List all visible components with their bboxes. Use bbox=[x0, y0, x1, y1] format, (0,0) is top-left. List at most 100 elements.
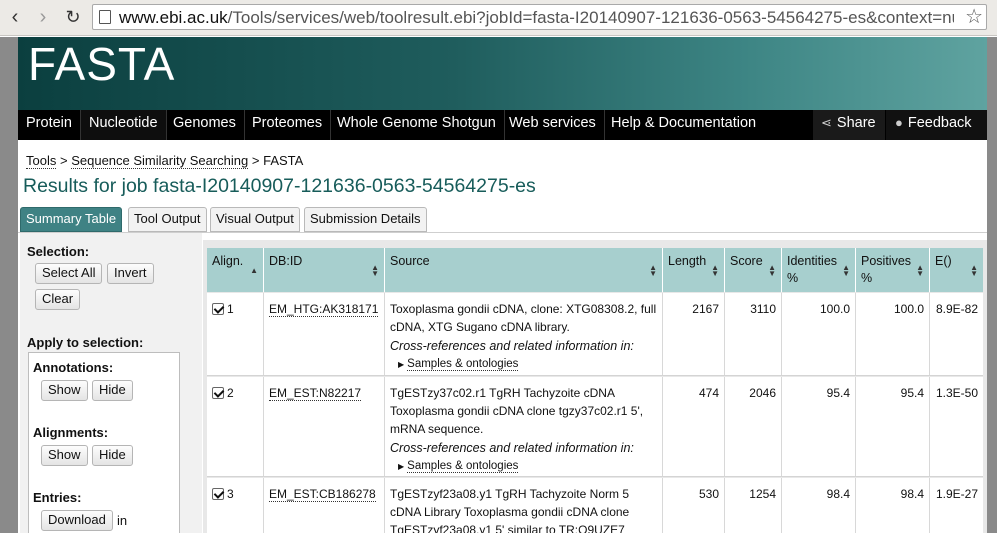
samples-toggle[interactable]: ▶ Samples & ontologies bbox=[398, 355, 657, 374]
sort-asc-icon: ▲ bbox=[250, 266, 258, 275]
tab-summary-table[interactable]: Summary Table bbox=[20, 207, 123, 232]
download-in-label: in bbox=[117, 513, 128, 528]
col-source-header[interactable]: Source ▲ ▼ bbox=[385, 248, 663, 292]
dbid-link[interactable]: EM_HTG:AK318171 bbox=[269, 302, 379, 317]
col-score-header[interactable]: Score ▲ ▼ bbox=[725, 248, 782, 292]
source-cell: Toxoplasma gondii cDNA, clone: XTG08308.… bbox=[385, 293, 663, 375]
back-icon[interactable]: ‹ bbox=[2, 4, 28, 30]
col-length-header[interactable]: Length ▲ ▼ bbox=[663, 248, 725, 292]
alignments-label: Alignments: bbox=[33, 425, 109, 440]
annotations-hide-button[interactable]: Hide bbox=[92, 380, 133, 401]
positives-cell: 100.0 bbox=[856, 293, 930, 375]
apply-panel: Annotations: Show Hide Alignments: Show … bbox=[28, 352, 180, 533]
dbid-cell: EM_EST:CB186278 bbox=[264, 478, 385, 533]
evalue-cell: 8.9E-82 bbox=[935, 302, 978, 316]
evalue-cell: 1.9E-27 bbox=[935, 487, 978, 501]
sort-icon: ▲ ▼ bbox=[916, 263, 924, 278]
reload-icon[interactable]: ↻ bbox=[60, 4, 86, 30]
expand-triangle-icon: ▶ bbox=[398, 360, 405, 369]
source-text: Toxoplasma gondii cDNA, clone: XTG08308.… bbox=[390, 302, 657, 334]
site-banner: FASTA bbox=[18, 37, 987, 110]
score-cell: 1254 bbox=[725, 478, 782, 533]
col-evalue-header[interactable]: E() ▲ ▼ bbox=[930, 248, 983, 292]
score-cell: 2046 bbox=[725, 377, 782, 476]
share-icon: ⋖ bbox=[821, 115, 832, 130]
dbid-cell: EM_EST:N82217 bbox=[264, 377, 385, 476]
xref-text: Cross-references and related information… bbox=[390, 339, 634, 353]
row-checkbox[interactable] bbox=[212, 387, 224, 399]
nav-proteomes[interactable]: Proteomes bbox=[244, 110, 332, 140]
score-cell: 3110 bbox=[725, 293, 782, 375]
forward-icon[interactable]: › bbox=[30, 4, 56, 30]
col-positives-header[interactable]: Positives % ▲ ▼ bbox=[856, 248, 930, 292]
site-title[interactable]: FASTA bbox=[28, 37, 175, 91]
annotations-show-button[interactable]: Show bbox=[41, 380, 88, 401]
samples-toggle[interactable]: ▶ Samples & ontologies bbox=[398, 457, 657, 476]
alignments-hide-button[interactable]: Hide bbox=[92, 445, 133, 466]
xref-text: Cross-references and related information… bbox=[390, 441, 634, 455]
identities-cell: 98.4 bbox=[782, 478, 856, 533]
breadcrumb-similarity[interactable]: Sequence Similarity Searching bbox=[71, 153, 249, 169]
share-button[interactable]: ⋖ Share bbox=[813, 110, 885, 140]
page-icon bbox=[99, 10, 111, 24]
positives-cell: 98.4 bbox=[856, 478, 930, 533]
invert-button[interactable]: Invert bbox=[107, 263, 154, 284]
nav-protein[interactable]: Protein bbox=[18, 110, 81, 140]
table-row: 2 EM_EST:N82217 TgESTzy37c02.r1 TgRH Tac… bbox=[207, 377, 983, 477]
clear-button[interactable]: Clear bbox=[35, 289, 81, 310]
page-right-margin bbox=[987, 37, 997, 533]
feedback-icon: ● bbox=[895, 115, 903, 130]
page-title: Results for job fasta-I20140907-121636-0… bbox=[23, 175, 536, 197]
alignments-show-button[interactable]: Show bbox=[41, 445, 88, 466]
tab-visual-output[interactable]: Visual Output bbox=[210, 207, 300, 232]
breadcrumb-current: FASTA bbox=[263, 153, 304, 168]
col-align-header[interactable]: Align. ▲ bbox=[207, 248, 264, 292]
bookmark-star-icon[interactable]: ☆ bbox=[965, 5, 983, 29]
source-cell: TgESTzy37c02.r1 TgRH Tachyzoite cDNA Tox… bbox=[385, 377, 663, 476]
sort-icon: ▲ ▼ bbox=[649, 263, 657, 278]
page-left-margin bbox=[0, 37, 18, 533]
nav-web-services[interactable]: Web services bbox=[501, 110, 605, 140]
row-checkbox[interactable] bbox=[212, 303, 224, 315]
feedback-button[interactable]: ● Feedback bbox=[886, 110, 987, 140]
align-cell: 3 bbox=[207, 478, 264, 533]
table-row: 1 EM_HTG:AK318171 Toxoplasma gondii cDNA… bbox=[207, 293, 983, 376]
positives-cell: 95.4 bbox=[856, 377, 930, 476]
nav-help[interactable]: Help & Documentation bbox=[603, 110, 764, 140]
sort-icon: ▲ ▼ bbox=[970, 263, 978, 278]
browser-toolbar: ‹ › ↻ www.ebi.ac.uk/Tools/services/web/t… bbox=[0, 0, 997, 36]
selection-sidebar: Selection: Select All Invert Clear Apply… bbox=[20, 233, 202, 533]
address-bar[interactable]: www.ebi.ac.uk/Tools/services/web/toolres… bbox=[92, 4, 987, 30]
tab-submission-details[interactable]: Submission Details bbox=[304, 207, 427, 232]
select-all-button[interactable]: Select All bbox=[35, 263, 103, 284]
apply-label: Apply to selection: bbox=[27, 335, 144, 350]
identities-cell: 100.0 bbox=[782, 293, 856, 375]
col-dbid-header[interactable]: DB:ID ▲ ▼ bbox=[264, 248, 385, 292]
length-cell: 474 bbox=[663, 377, 725, 476]
download-button[interactable]: Download bbox=[41, 510, 113, 531]
entries-label: Entries: bbox=[33, 490, 82, 505]
nav-nucleotide[interactable]: Nucleotide bbox=[81, 110, 167, 140]
tab-tool-output[interactable]: Tool Output bbox=[128, 207, 207, 232]
breadcrumb: Tools > Sequence Similarity Searching > … bbox=[26, 153, 304, 169]
dbid-link[interactable]: EM_EST:N82217 bbox=[269, 386, 362, 401]
length-cell: 2167 bbox=[663, 293, 725, 375]
evalue-cell: 1.3E-50 bbox=[935, 386, 978, 400]
row-checkbox[interactable] bbox=[212, 488, 224, 500]
selection-label: Selection: bbox=[27, 244, 90, 259]
main-nav: Protein Nucleotide Genomes Proteomes Who… bbox=[18, 110, 987, 140]
dbid-link[interactable]: EM_EST:CB186278 bbox=[269, 487, 376, 502]
source-text: TgESTzyf23a08.y1 TgRH Tachyzoite Norm 5 … bbox=[390, 487, 630, 533]
dbid-cell: EM_HTG:AK318171 bbox=[264, 293, 385, 375]
source-cell: TgESTzyf23a08.y1 TgRH Tachyzoite Norm 5 … bbox=[385, 478, 663, 533]
identities-cell: 95.4 bbox=[782, 377, 856, 476]
nav-genomes[interactable]: Genomes bbox=[165, 110, 245, 140]
length-cell: 530 bbox=[663, 478, 725, 533]
url-text[interactable]: www.ebi.ac.uk/Tools/services/web/toolres… bbox=[119, 8, 954, 28]
table-row: 3 EM_EST:CB186278 TgESTzyf23a08.y1 TgRH … bbox=[207, 478, 983, 533]
sort-icon: ▲ ▼ bbox=[371, 263, 379, 278]
annotations-label: Annotations: bbox=[33, 360, 114, 375]
col-identities-header[interactable]: Identities % ▲ ▼ bbox=[782, 248, 856, 292]
nav-whole-genome-shotgun[interactable]: Whole Genome Shotgun bbox=[329, 110, 505, 140]
breadcrumb-tools[interactable]: Tools bbox=[26, 153, 57, 169]
